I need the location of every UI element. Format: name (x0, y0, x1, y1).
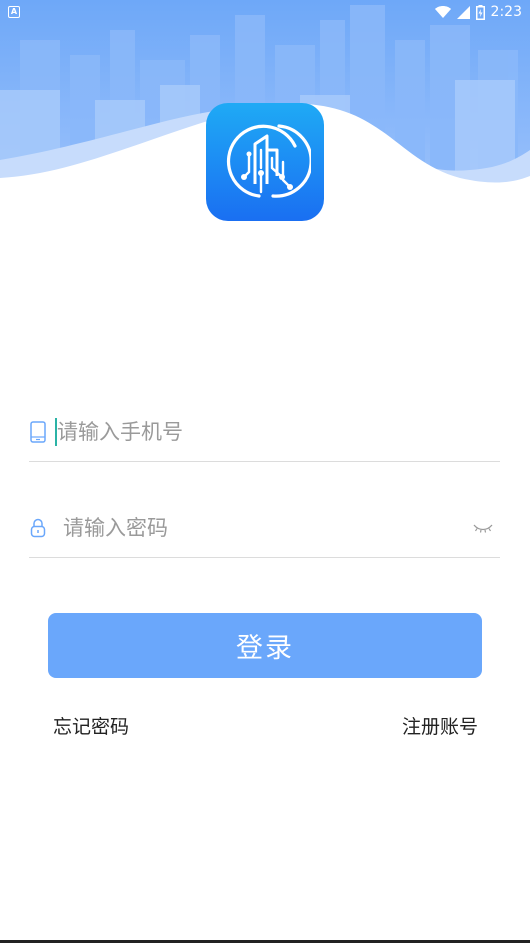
smart-city-building-icon (226, 124, 311, 198)
forgot-password-link[interactable]: 忘记密码 (53, 712, 129, 739)
register-account-link[interactable]: 注册账号 (402, 712, 478, 739)
cellular-signal-icon (456, 5, 470, 19)
status-time: 2:23 (490, 4, 522, 20)
password-field (29, 498, 500, 558)
login-button[interactable]: 登录 (48, 613, 482, 678)
password-input[interactable] (63, 507, 472, 548)
mobile-phone-icon (29, 420, 47, 443)
phone-input[interactable] (57, 411, 500, 452)
lock-icon (29, 517, 47, 539)
battery-charging-icon (475, 4, 485, 20)
notification-icon: A (8, 6, 20, 18)
wifi-icon (434, 6, 451, 18)
login-screen: A 2:23 请输入手机号 登录 忘记密码 注册账号 (0, 0, 530, 943)
phone-field (29, 402, 500, 462)
eye-closed-icon[interactable] (472, 521, 494, 535)
app-logo (206, 103, 324, 221)
status-bar: A 2:23 (0, 0, 530, 24)
